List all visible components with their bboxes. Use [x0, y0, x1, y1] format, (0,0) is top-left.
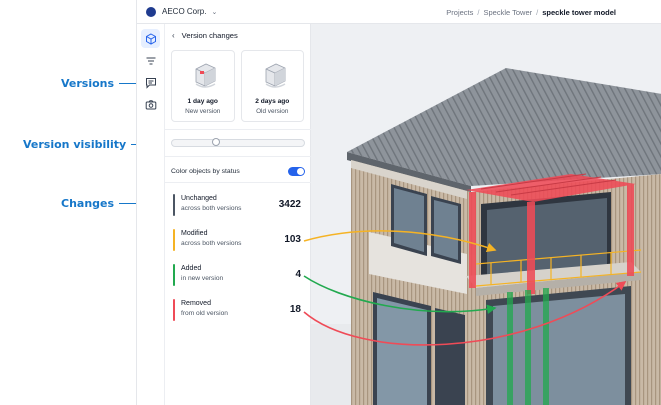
- color-by-status-label: Color objects by status: [171, 167, 240, 175]
- tool-rail: [137, 24, 165, 405]
- filter-icon[interactable]: [141, 51, 160, 70]
- cube-icon[interactable]: [141, 29, 160, 48]
- divider: [165, 129, 311, 130]
- change-item-modified[interactable]: Modified across both versions 103: [173, 229, 303, 253]
- change-name: Added: [181, 265, 202, 272]
- comment-icon[interactable]: [141, 73, 160, 92]
- chevron-down-icon[interactable]: ⌄: [211, 8, 217, 16]
- version-visibility-slider[interactable]: [171, 138, 305, 147]
- top-bar: AECO Corp. ⌄ Projects / Speckle Tower / …: [137, 0, 661, 24]
- versions-callout-label: Versions: [61, 76, 115, 90]
- model-thumbnail-icon: [195, 63, 216, 88]
- version-changes-panel: ‹ Version changes 1 day ago New version: [165, 24, 311, 405]
- org-name[interactable]: AECO Corp.: [162, 7, 206, 16]
- change-description: across both versions: [181, 205, 242, 212]
- changes-callout-label: Changes: [61, 196, 115, 210]
- breadcrumb: Projects / Speckle Tower / speckle tower…: [446, 0, 616, 24]
- breadcrumb-separator: /: [477, 7, 480, 17]
- change-name: Removed: [181, 300, 211, 307]
- breadcrumb-separator: /: [536, 7, 539, 17]
- color-by-status-row: Color objects by status: [171, 164, 305, 178]
- breadcrumb-model[interactable]: speckle tower model: [542, 8, 616, 17]
- panel-title: Version changes: [181, 30, 238, 40]
- change-item-removed[interactable]: Removed from old version 18: [173, 299, 303, 323]
- divider: [165, 182, 311, 183]
- status-color-bar: [173, 264, 175, 286]
- camera-icon[interactable]: [141, 95, 160, 114]
- version-time: 2 days ago: [255, 98, 290, 105]
- change-name: Modified: [181, 230, 208, 237]
- version-label: Old version: [256, 108, 289, 115]
- model-viewport[interactable]: [311, 24, 661, 405]
- change-count: 3422: [278, 199, 301, 210]
- version-card-old[interactable]: 2 days ago Old version: [240, 50, 304, 122]
- change-count: 103: [284, 234, 301, 245]
- app-window: AECO Corp. ⌄ Projects / Speckle Tower / …: [136, 0, 661, 405]
- color-by-status-toggle[interactable]: [288, 166, 305, 176]
- breadcrumb-projects[interactable]: Projects: [446, 8, 473, 17]
- change-count: 4: [295, 269, 301, 280]
- version-label: New version: [185, 108, 221, 115]
- status-color-bar: [173, 299, 175, 321]
- back-chevron-icon[interactable]: ‹: [172, 31, 175, 40]
- status-color-bar: [173, 194, 175, 216]
- change-description: in new version: [181, 275, 224, 282]
- version-card-new[interactable]: 1 day ago New version: [171, 50, 235, 122]
- change-item-unchanged[interactable]: Unchanged across both versions 3422: [173, 194, 303, 218]
- breadcrumb-project[interactable]: Speckle Tower: [483, 8, 532, 17]
- status-color-bar: [173, 229, 175, 251]
- change-name: Unchanged: [181, 195, 217, 202]
- change-description: from old version: [181, 310, 228, 317]
- slider-handle[interactable]: [212, 138, 221, 146]
- version-visibility-callout-label: Version visibility: [23, 137, 127, 151]
- change-count: 18: [289, 304, 301, 315]
- panel-header: ‹ Version changes: [165, 24, 310, 46]
- org-logo[interactable]: [146, 6, 156, 17]
- change-item-added[interactable]: Added in new version 4: [173, 264, 303, 288]
- model-thumbnail-icon: [265, 63, 285, 88]
- divider: [165, 156, 311, 157]
- version-cards: 1 day ago New version 2 days ago Old ver…: [165, 46, 310, 122]
- building-model-render: [311, 68, 661, 405]
- version-time: 1 day ago: [187, 98, 218, 105]
- change-description: across both versions: [181, 240, 242, 247]
